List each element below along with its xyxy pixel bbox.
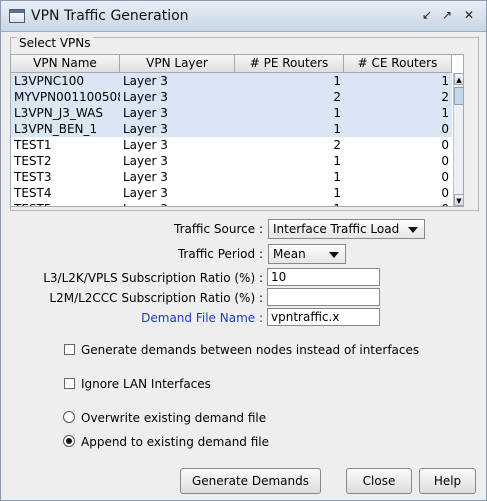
traffic-source-select[interactable]: Interface Traffic Load xyxy=(268,219,425,239)
table-row[interactable]: TEST5Layer 310 xyxy=(11,201,452,206)
table-cell-pe: 1 xyxy=(333,154,341,168)
table-cell-ce: 1 xyxy=(441,74,449,88)
demand-file-name-input[interactable]: vpntraffic.x xyxy=(267,308,380,326)
table-row[interactable]: L3VPN_J3_WAS Layer 3 1 1 xyxy=(11,105,452,121)
vpn-traffic-generation-window: VPN Traffic Generation ↙ ↗ ✕ Select VPNs… xyxy=(0,0,487,501)
scroll-up-icon[interactable]: ▲ xyxy=(454,73,463,85)
close-button[interactable]: Close xyxy=(346,468,412,494)
chevron-down-icon xyxy=(408,227,418,233)
table-cell-pe: 1 xyxy=(235,201,344,206)
table-scrollbar[interactable]: ▲ ▼ xyxy=(453,73,463,206)
l2m-subscription-ratio-label: L2M/L2CCC Subscription Ratio (%) : xyxy=(49,291,263,305)
between-nodes-label[interactable]: Generate demands between nodes instead o… xyxy=(81,343,419,357)
window-icon xyxy=(9,9,25,23)
table-cell-ce: 0 xyxy=(441,186,449,200)
table-cell-name: TEST2 xyxy=(14,154,52,168)
table-cell-ce: 1 xyxy=(441,106,449,120)
column-header-ce-routers[interactable]: # CE Routers xyxy=(344,55,452,72)
l3-subscription-ratio-label: L3/L2K/VPLS Subscription Ratio (%) : xyxy=(43,271,263,285)
append-radio[interactable] xyxy=(63,435,75,447)
scroll-thumb[interactable] xyxy=(454,87,463,105)
table-cell-layer: Layer 3 xyxy=(123,138,168,152)
table-cell-layer: Layer 3 xyxy=(123,106,168,120)
table-row[interactable]: TEST3 Layer 3 1 0 xyxy=(11,169,452,185)
table-cell-name: L3VPN_J3_WAS xyxy=(14,106,103,120)
table-cell-layer: Layer 3 xyxy=(120,201,235,206)
table-cell-layer: Layer 3 xyxy=(123,90,168,104)
table-cell-ce: 2 xyxy=(441,90,449,104)
table-cell-name: L3VPNC100 xyxy=(14,74,85,88)
maximize-icon[interactable]: ↗ xyxy=(439,7,455,23)
column-header-vpn-name[interactable]: VPN Name xyxy=(11,55,120,72)
table-cell-pe: 1 xyxy=(333,186,341,200)
table-row[interactable]: MYVPN001100508 Layer 3 2 2 xyxy=(11,89,452,105)
demand-file-name-label[interactable]: Demand File Name : xyxy=(101,311,263,325)
overwrite-radio[interactable] xyxy=(63,411,75,423)
table-cell-layer: Layer 3 xyxy=(123,122,168,136)
table-cell-name: TEST3 xyxy=(14,170,52,184)
table-row[interactable]: TEST4 Layer 3 1 0 xyxy=(11,185,452,201)
l2m-subscription-ratio-input[interactable] xyxy=(267,288,380,306)
table-cell-name: TEST5 xyxy=(11,201,120,206)
table-cell-ce: 0 xyxy=(441,170,449,184)
between-nodes-checkbox[interactable] xyxy=(64,344,75,355)
table-body: L3VPNC100 Layer 3 1 1 MYVPN001100508 Layer 32… xyxy=(11,73,452,206)
table-header: VPN Name VPN Layer # PE Routers # CE Rou… xyxy=(11,55,452,73)
table-row[interactable]: TEST2 Layer 3 1 0 xyxy=(11,153,452,169)
ignore-lan-checkbox[interactable] xyxy=(64,378,75,389)
generate-demands-button[interactable]: Generate Demands xyxy=(180,468,321,494)
table-cell-pe: 1 xyxy=(333,170,341,184)
restore-down-icon[interactable]: ↙ xyxy=(419,7,435,23)
table-cell-ce: 0 xyxy=(344,201,452,206)
table-cell-layer: Layer 3 xyxy=(123,154,168,168)
close-icon[interactable]: ✕ xyxy=(461,7,477,23)
table-cell-ce: 0 xyxy=(441,122,449,136)
vpn-table[interactable]: VPN Name VPN Layer # PE Routers # CE Rou… xyxy=(10,54,464,207)
table-row[interactable]: L3VPNC100 Layer 3 1 1 xyxy=(11,73,452,89)
table-cell-pe: 1 xyxy=(333,122,341,136)
table-cell-layer: Layer 3 xyxy=(123,170,168,184)
table-cell-ce: 0 xyxy=(441,138,449,152)
table-cell-layer: Layer 3 xyxy=(123,74,168,88)
window-title: VPN Traffic Generation xyxy=(31,8,189,24)
traffic-source-value: Interface Traffic Load xyxy=(273,222,400,236)
table-cell-name: L3VPN_BEN_1 xyxy=(14,122,98,136)
table-cell-ce: 0 xyxy=(441,154,449,168)
help-button[interactable]: Help xyxy=(419,468,476,494)
table-cell-name: TEST1 xyxy=(14,138,52,152)
traffic-period-select[interactable]: Mean xyxy=(268,244,346,264)
chevron-down-icon xyxy=(329,252,339,258)
table-row[interactable]: TEST1 Layer 3 2 0 xyxy=(11,137,452,153)
table-cell-pe: 2 xyxy=(333,90,341,104)
table-cell-name: MYVPN001100508 xyxy=(14,90,120,104)
append-label[interactable]: Append to existing demand file xyxy=(81,435,269,449)
scroll-down-icon[interactable]: ▼ xyxy=(454,194,463,206)
table-cell-pe: 1 xyxy=(333,74,341,88)
traffic-period-value: Mean xyxy=(273,247,306,261)
ignore-lan-label[interactable]: Ignore LAN Interfaces xyxy=(81,377,211,391)
table-row[interactable]: L3VPN_BEN_1 Layer 3 1 0 xyxy=(11,121,452,137)
table-cell-name: TEST4 xyxy=(14,186,52,200)
traffic-source-label: Traffic Source : xyxy=(174,222,263,236)
column-header-vpn-layer[interactable]: VPN Layer xyxy=(120,55,235,72)
table-cell-pe: 1 xyxy=(333,106,341,120)
l3-subscription-ratio-input[interactable]: 10 xyxy=(267,268,380,286)
table-cell-layer: Layer 3 xyxy=(123,186,168,200)
traffic-period-label: Traffic Period : xyxy=(177,247,263,261)
title-bar[interactable]: VPN Traffic Generation ↙ ↗ ✕ xyxy=(1,1,486,32)
table-cell-pe: 2 xyxy=(333,138,341,152)
overwrite-label[interactable]: Overwrite existing demand file xyxy=(81,411,266,425)
panel-title: Select VPNs xyxy=(17,36,93,50)
column-header-pe-routers[interactable]: # PE Routers xyxy=(235,55,344,72)
